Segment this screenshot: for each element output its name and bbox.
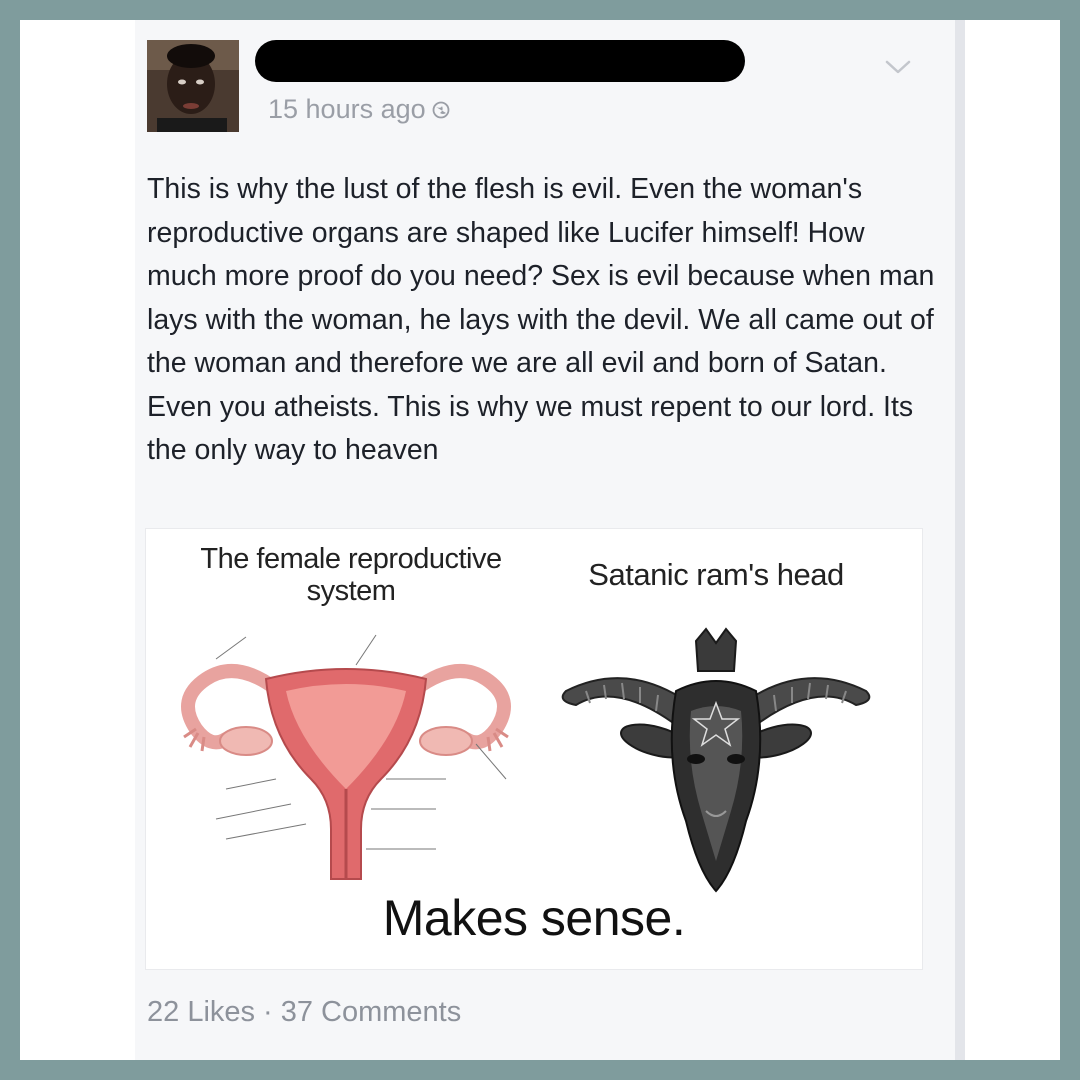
likes-count[interactable]: 22 Likes <box>147 996 255 1029</box>
post-timestamp[interactable]: 15 hours ago <box>268 94 450 125</box>
globe-icon <box>432 101 450 118</box>
post-stats: 22 Likes · 37 Comments <box>147 996 461 1029</box>
post-edge-shadow <box>955 20 965 1060</box>
uterus-diagram-illustration <box>181 634 511 880</box>
screenshot-frame: 15 hours ago This is why the lust of the… <box>20 20 1060 1060</box>
chevron-down-icon[interactable] <box>883 56 913 78</box>
meme-image[interactable]: The female reproductive system Satanic r… <box>145 528 923 970</box>
timestamp-text: 15 hours ago <box>268 94 426 124</box>
caption-right: Satanic ram's head <box>588 557 844 592</box>
caption-left: The female reproductive system <box>200 543 502 607</box>
redacted-author-name[interactable] <box>255 40 745 82</box>
avatar-photo <box>147 40 239 132</box>
stats-separator: · <box>263 996 273 1028</box>
comments-count[interactable]: 37 Comments <box>281 996 462 1029</box>
post-body-text: This is why the lust of the flesh is evi… <box>147 173 935 466</box>
meme-punchline: Makes sense. <box>382 890 686 946</box>
ram-head-pendant-illustration <box>561 627 871 893</box>
avatar[interactable] <box>147 40 239 132</box>
facebook-post: 15 hours ago This is why the lust of the… <box>135 20 955 1060</box>
